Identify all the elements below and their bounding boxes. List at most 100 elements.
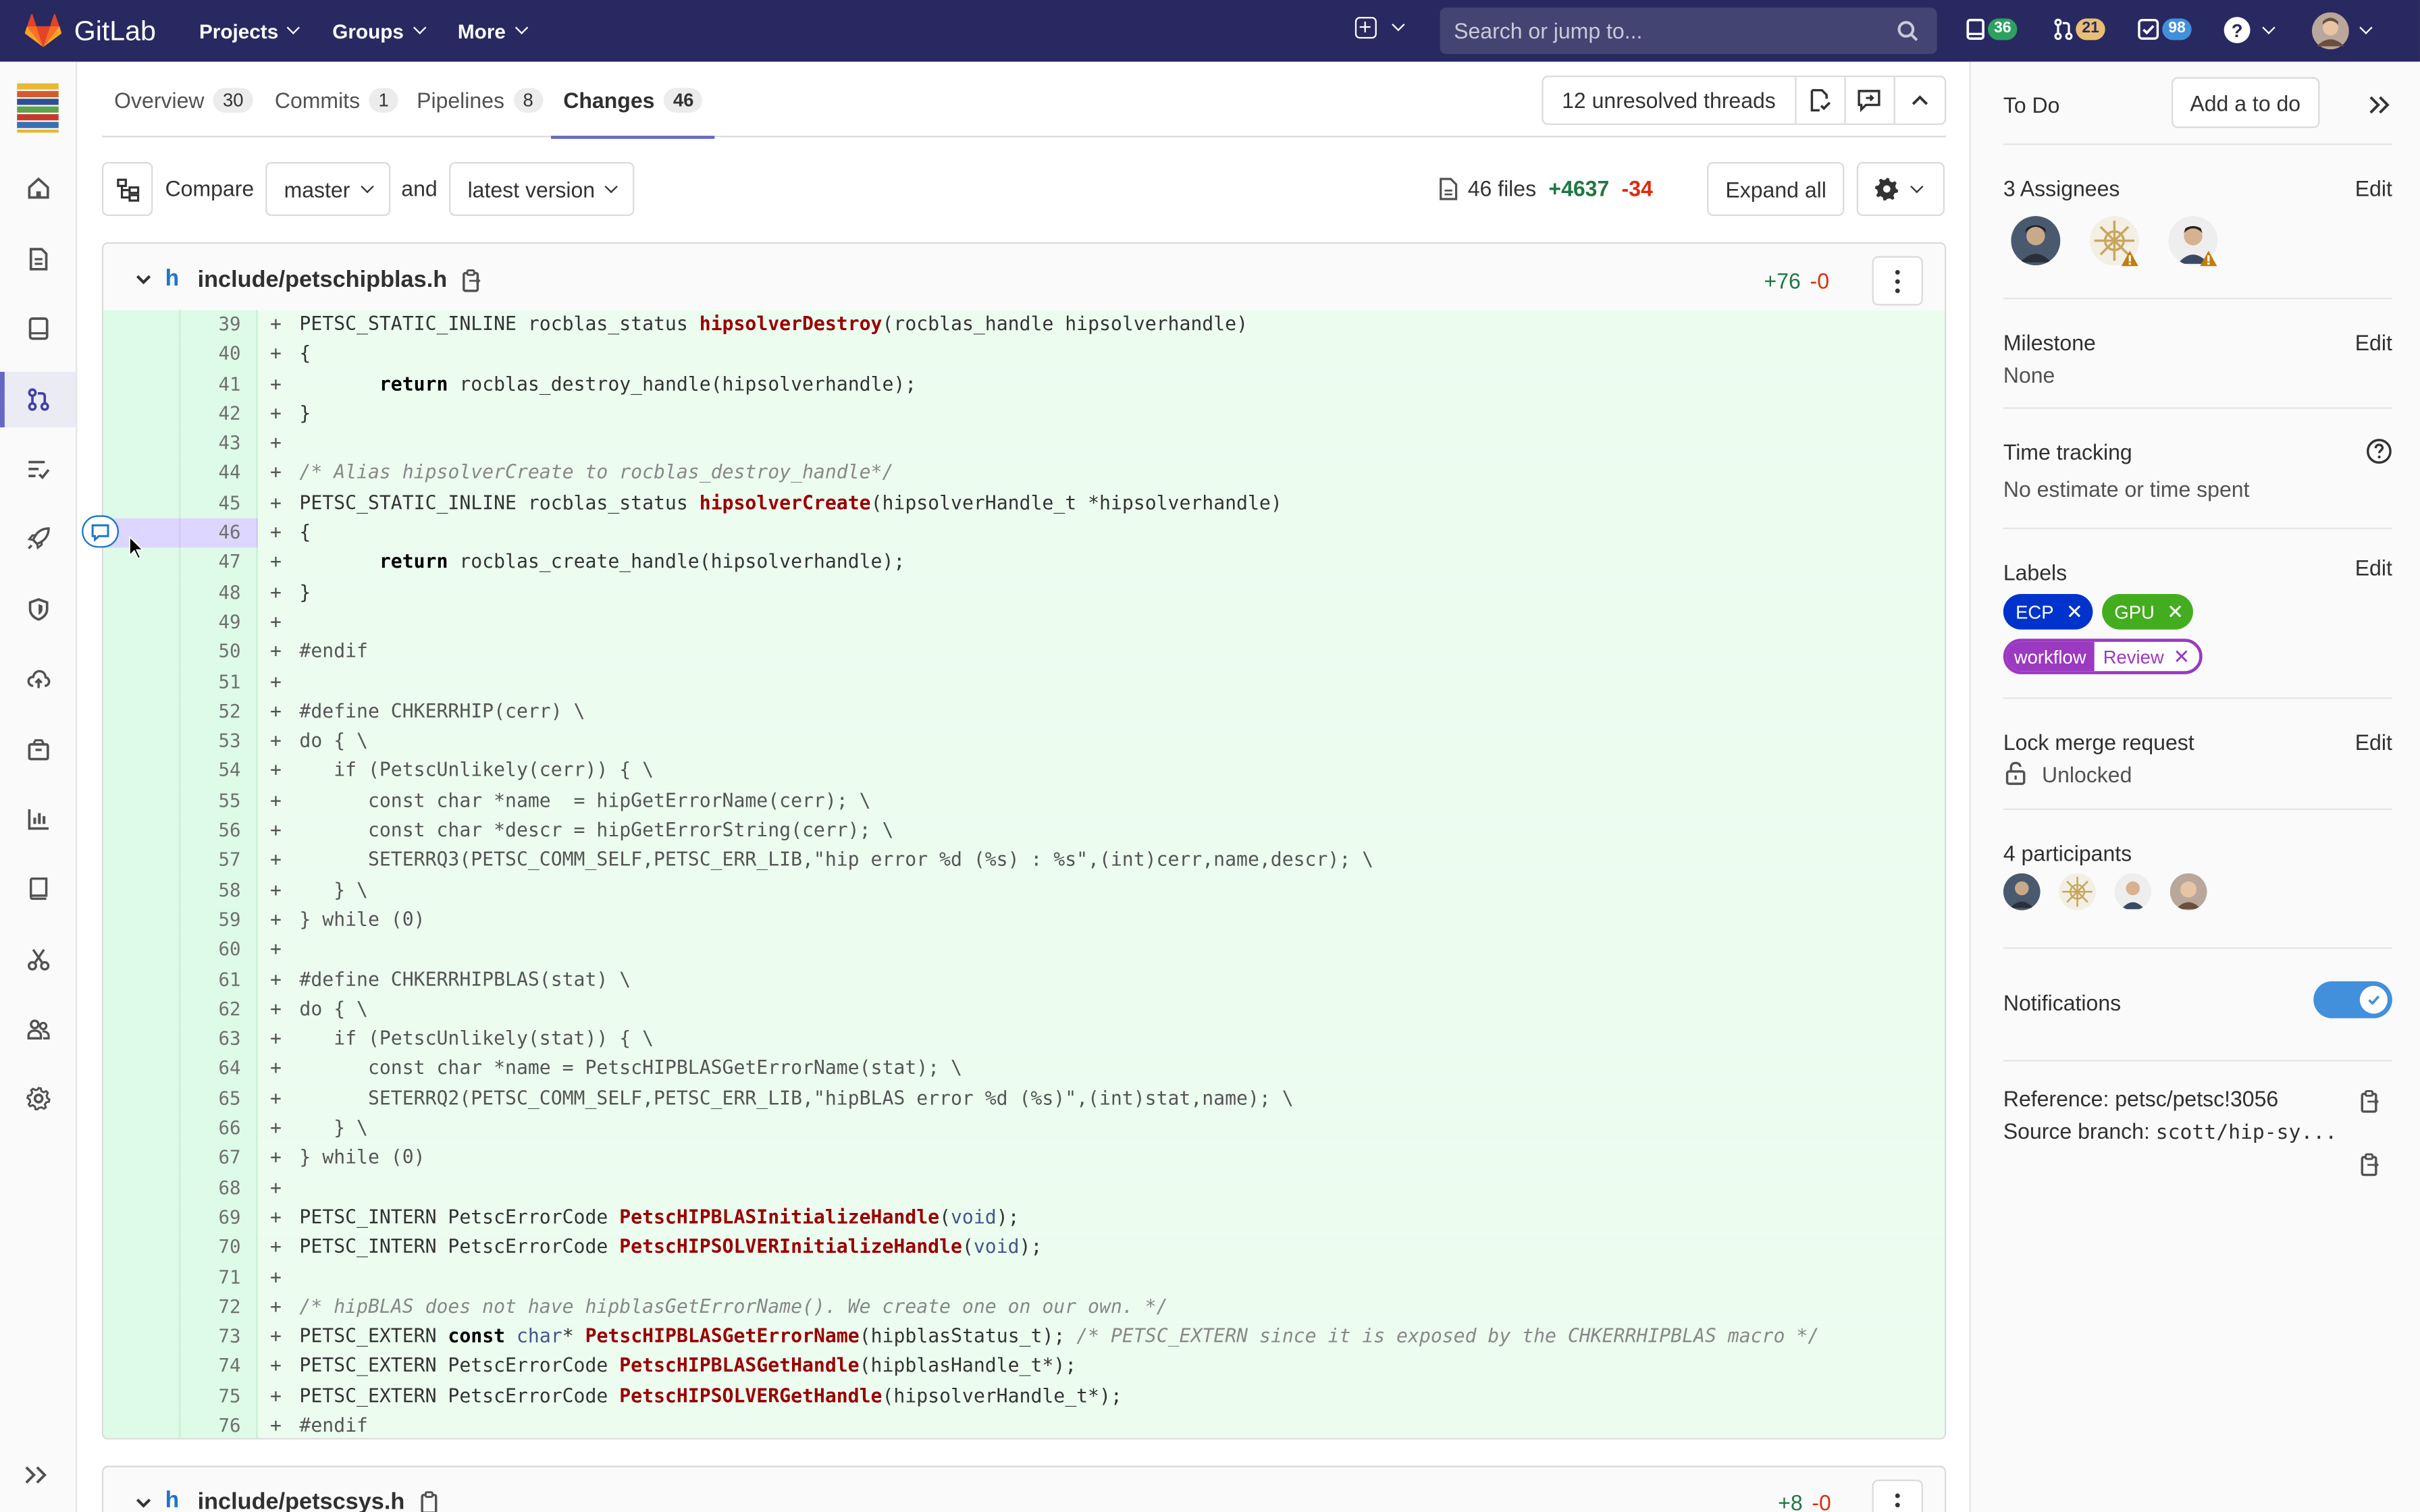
old-line-number[interactable] [103,726,181,757]
diff-file-header[interactable]: h include/petschipblas.h +76 -0 [103,244,1945,320]
diff-line[interactable]: 65 + SETERRQ2(PETSC_COMM_SELF,PETSC_ERR_L… [103,1084,1945,1114]
collapse-threads-button[interactable] [1895,77,1944,124]
sidebar-item-repository[interactable] [0,232,76,287]
diff-settings-dropdown[interactable] [1856,161,1945,216]
sidebar-item-issues[interactable] [0,301,76,356]
diff-line[interactable]: 64 + const char *name = PetscHIPBLASGetEr… [103,1054,1945,1085]
nav-projects[interactable]: Projects [199,20,300,43]
old-line-number[interactable] [103,489,181,519]
old-line-number[interactable] [103,1411,181,1438]
new-line-number[interactable]: 67 [180,1143,258,1174]
old-line-number[interactable] [103,786,181,817]
diff-line[interactable]: 46 + { [103,518,1945,549]
diff-line[interactable]: 40 + { [103,340,1945,370]
diff-line[interactable]: 57 + SETERRQ3(PETSC_COMM_SELF,PETSC_ERR_L… [103,846,1945,876]
diff-line[interactable]: 58 + } \ [103,875,1945,906]
diff-line[interactable]: 71 + [103,1262,1945,1293]
diff-line[interactable]: 43 + [103,429,1945,459]
diff-line[interactable]: 56 + const char *descr = hipGetErrorStrin… [103,816,1945,846]
question-circle-icon[interactable] [2366,438,2392,464]
old-line-number[interactable] [103,458,181,489]
old-line-number[interactable] [103,667,181,697]
diff-line[interactable]: 66 + } \ [103,1114,1945,1144]
file-options-button[interactable] [1872,1479,1923,1512]
old-line-number[interactable] [103,578,181,608]
sidebar-item-members[interactable] [0,1001,76,1056]
sidebar-item-packages[interactable] [0,722,76,778]
label-gpu[interactable]: GPU ✕ [2102,593,2193,630]
new-line-number[interactable]: 57 [180,846,258,876]
old-line-number[interactable] [103,1114,181,1144]
user-menu[interactable] [2311,12,2373,50]
new-line-number[interactable]: 48 [180,578,258,608]
sidebar-item-security[interactable] [0,582,76,637]
new-line-number[interactable]: 76 [180,1411,258,1438]
new-item-dropdown[interactable] [1354,17,1405,39]
old-line-number[interactable] [103,994,181,1025]
nav-more[interactable]: More [458,20,528,43]
diff-line[interactable]: 74 + PETSC_EXTERN PetscErrorCode PetscHIPB… [103,1352,1945,1382]
collapse-right-sidebar-icon[interactable] [2367,94,2392,115]
tab-commits[interactable]: Commits 1 [275,61,398,137]
old-line-number[interactable] [103,399,181,429]
diff-line[interactable]: 63 + if (PetscUnlikely(stat)) { \ [103,1024,1945,1055]
help-dropdown[interactable]: ? [2224,17,2276,43]
merge-requests-counter[interactable]: 21 [2054,18,2105,40]
old-line-number[interactable] [103,846,181,876]
new-line-number[interactable]: 65 [180,1084,258,1114]
resolve-thread-button[interactable] [1796,77,1845,124]
notifications-toggle[interactable] [2313,981,2392,1019]
diff-line[interactable]: 53 + do { \ [103,726,1945,757]
old-line-number[interactable] [103,1173,181,1204]
lock-edit-link[interactable]: Edit [2355,730,2392,755]
old-line-number[interactable] [103,1352,181,1382]
new-line-number[interactable]: 73 [180,1322,258,1353]
new-line-number[interactable]: 46 [180,518,258,549]
file-path[interactable]: include/petscsys.h [198,1489,405,1512]
diff-line[interactable]: 48 +} [103,578,1945,608]
tab-pipelines[interactable]: Pipelines 8 [417,61,543,137]
new-line-number[interactable]: 68 [180,1173,258,1204]
file-options-button[interactable] [1872,256,1923,306]
remove-label-icon[interactable]: ✕ [2167,599,2184,624]
expand-all-button[interactable]: Expand all [1706,161,1845,216]
diff-line[interactable]: 75 + PETSC_EXTERN PetscErrorCode PetscHIPS… [103,1382,1945,1412]
new-line-number[interactable]: 71 [180,1262,258,1293]
label-ecp[interactable]: ECP ✕ [2003,593,2093,630]
diff-line[interactable]: 76 + #endif [103,1411,1945,1438]
milestone-edit-link[interactable]: Edit [2355,330,2392,355]
diff-line[interactable]: 72 + /* hipBLAS does not have hipblasGetEr… [103,1292,1945,1323]
old-line-number[interactable] [103,1322,181,1353]
chevron-down-icon[interactable] [134,270,153,288]
diff-line[interactable]: 51 + [103,667,1945,697]
remove-label-icon[interactable]: ✕ [2173,644,2190,669]
sidebar-item-analytics[interactable] [0,792,76,847]
file-tree-toggle[interactable] [101,161,153,216]
diff-line[interactable]: 68 + [103,1173,1945,1204]
new-line-number[interactable]: 69 [180,1203,258,1233]
remove-label-icon[interactable]: ✕ [2066,599,2083,624]
new-line-number[interactable]: 40 [180,340,258,370]
new-line-number[interactable]: 39 [180,310,258,340]
old-line-number[interactable] [103,905,181,936]
diff-line[interactable]: 70 + PETSC_INTERN PetscErrorCode PetscHIPS… [103,1233,1945,1263]
diff-line[interactable]: 42 +} [103,399,1945,429]
issues-counter[interactable]: 36 [1966,18,2018,40]
old-line-number[interactable] [103,340,181,370]
new-line-number[interactable]: 44 [180,458,258,489]
add-todo-button[interactable]: Add a to do [2171,77,2319,128]
new-line-number[interactable]: 42 [180,399,258,429]
copy-icon[interactable] [461,269,483,294]
old-line-number[interactable] [103,1233,181,1263]
old-line-number[interactable] [103,875,181,906]
new-line-number[interactable]: 75 [180,1382,258,1412]
new-line-number[interactable]: 51 [180,667,258,697]
old-line-number[interactable] [103,965,181,995]
copy-reference-icon[interactable] [2360,1089,2382,1114]
old-line-number[interactable] [103,697,181,727]
old-line-number[interactable] [103,816,181,846]
new-line-number[interactable]: 49 [180,608,258,638]
copy-branch-icon[interactable] [2360,1152,2382,1177]
old-line-number[interactable] [103,935,181,965]
diff-line[interactable]: 39 + PETSC_STATIC_INLINE rocblas_status hi… [103,310,1945,340]
